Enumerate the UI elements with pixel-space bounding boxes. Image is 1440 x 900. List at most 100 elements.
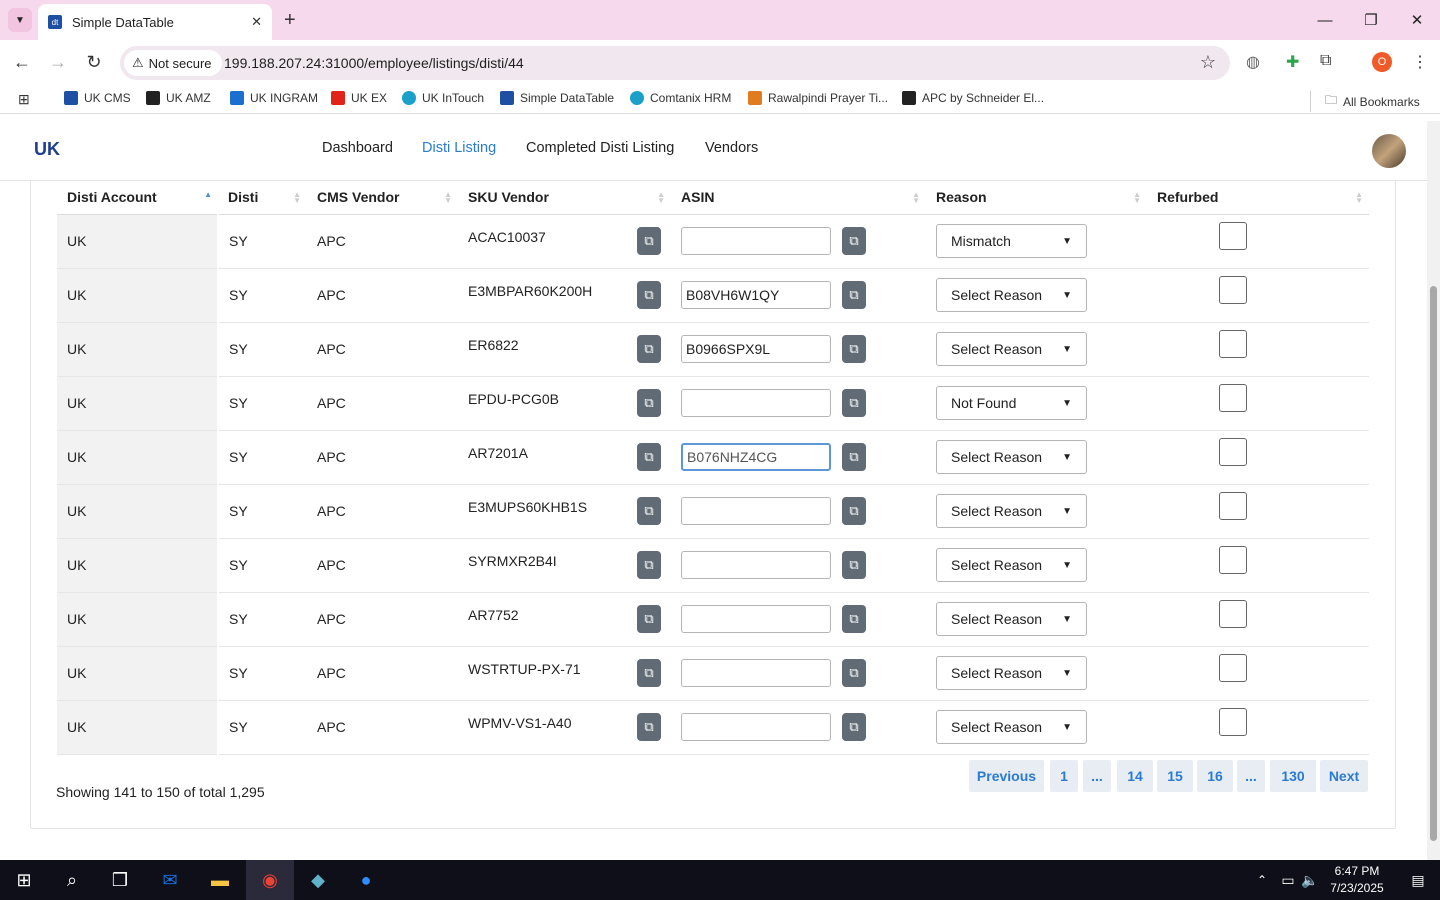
copy-asin-button[interactable]: ⧉	[842, 659, 866, 687]
bookmark-uk-cms[interactable]: UK CMS	[64, 91, 131, 105]
reason-select[interactable]: Select Reason ▼	[936, 656, 1087, 690]
pagination-previous[interactable]: Previous	[969, 760, 1044, 792]
back-icon[interactable]: ←	[10, 52, 34, 73]
col-cms-vendor[interactable]: CMS Vendor ▲ ▼	[307, 181, 458, 215]
restore-icon[interactable]: ❐	[1348, 0, 1394, 40]
nav-vendors[interactable]: Vendors	[705, 140, 758, 156]
translate-icon[interactable]: ◍	[1246, 52, 1260, 72]
reason-select[interactable]: Select Reason ▼	[936, 494, 1087, 528]
asin-input[interactable]	[681, 443, 831, 471]
profile-avatar[interactable]: O	[1372, 52, 1392, 72]
asin-input[interactable]	[681, 389, 831, 417]
asin-input[interactable]	[681, 551, 831, 579]
refurbed-checkbox[interactable]	[1219, 707, 1247, 736]
copy-sku-button[interactable]: ⧉	[637, 443, 661, 471]
pagination-page[interactable]: 130	[1270, 760, 1316, 792]
page-scrollbar[interactable]	[1427, 121, 1440, 860]
pagination-page[interactable]: 16	[1197, 760, 1233, 792]
tab-search-icon[interactable]: ▼	[8, 8, 32, 32]
site-logo[interactable]: UK	[34, 139, 60, 160]
bookmark-star-icon[interactable]: ☆	[1200, 52, 1216, 73]
reason-select[interactable]: Select Reason ▼	[936, 332, 1087, 366]
user-avatar[interactable]	[1372, 134, 1406, 168]
browser-tab[interactable]: dt Simple DataTable ✕	[38, 4, 272, 40]
refurbed-checkbox[interactable]	[1219, 491, 1247, 520]
bookmark-uk-ingram[interactable]: UK INGRAM	[230, 91, 318, 105]
extensions-puzzle-icon[interactable]: ⧉	[1320, 52, 1331, 70]
copy-sku-button[interactable]: ⧉	[637, 389, 661, 417]
copy-asin-button[interactable]: ⧉	[842, 389, 866, 417]
reason-select[interactable]: Select Reason ▼	[936, 278, 1087, 312]
copy-asin-button[interactable]: ⧉	[842, 605, 866, 633]
new-tab-icon[interactable]: +	[284, 8, 296, 32]
nav-dashboard[interactable]: Dashboard	[322, 140, 393, 156]
copy-sku-button[interactable]: ⧉	[637, 281, 661, 309]
file-explorer-icon[interactable]: ▬	[196, 860, 244, 900]
copy-asin-button[interactable]: ⧉	[842, 443, 866, 471]
refurbed-checkbox[interactable]	[1219, 437, 1247, 466]
refurbed-checkbox[interactable]	[1219, 383, 1247, 412]
bookmark-apc[interactable]: APC by Schneider El...	[902, 91, 1044, 105]
refurbed-checkbox[interactable]	[1219, 545, 1247, 574]
bookmark-uk-amz[interactable]: UK AMZ	[146, 91, 211, 105]
copy-asin-button[interactable]: ⧉	[842, 335, 866, 363]
nav-disti-listing[interactable]: Disti Listing	[422, 140, 496, 156]
pagination-page[interactable]: 1	[1050, 760, 1078, 792]
col-disti-account[interactable]: Disti Account ▲	[57, 181, 218, 215]
app-icon[interactable]: ◆	[294, 860, 342, 900]
volume-icon[interactable]: 🔈	[1298, 860, 1322, 900]
reason-select[interactable]: Select Reason ▼	[936, 548, 1087, 582]
col-reason[interactable]: Reason ▲ ▼	[926, 181, 1147, 215]
copy-sku-button[interactable]: ⧉	[637, 551, 661, 579]
asin-input[interactable]	[681, 713, 831, 741]
reason-select[interactable]: Select Reason ▼	[936, 602, 1087, 636]
asin-input[interactable]	[681, 659, 831, 687]
minimize-icon[interactable]: —	[1302, 0, 1348, 40]
refurbed-checkbox[interactable]	[1219, 275, 1247, 304]
url-text[interactable]: 199.188.207.24:31000/employee/listings/d…	[224, 55, 524, 71]
copy-asin-button[interactable]: ⧉	[842, 497, 866, 525]
copy-sku-button[interactable]: ⧉	[637, 713, 661, 741]
asin-input[interactable]	[681, 335, 831, 363]
bookmark-uk-ex[interactable]: UK EX	[331, 91, 387, 105]
col-asin[interactable]: ASIN ▲ ▼	[671, 181, 926, 215]
windows-start-icon[interactable]: ⊞	[0, 860, 48, 900]
copy-asin-button[interactable]: ⧉	[842, 551, 866, 579]
reason-select[interactable]: Not Found ▼	[936, 386, 1087, 420]
bookmark-simple-datatable[interactable]: Simple DataTable	[500, 91, 614, 105]
nav-completed-disti-listing[interactable]: Completed Disti Listing	[526, 140, 674, 156]
refurbed-checkbox[interactable]	[1219, 599, 1247, 628]
security-chip[interactable]: ⚠ Not secure	[124, 50, 222, 76]
copy-sku-button[interactable]: ⧉	[637, 335, 661, 363]
bookmark-uk-intouch[interactable]: UK InTouch	[402, 91, 484, 105]
close-tab-icon[interactable]: ✕	[251, 14, 262, 30]
pagination-page[interactable]: 15	[1157, 760, 1193, 792]
refurbed-checkbox[interactable]	[1219, 329, 1247, 358]
copy-sku-button[interactable]: ⧉	[637, 497, 661, 525]
refurbed-checkbox[interactable]	[1219, 653, 1247, 682]
reload-icon[interactable]: ↻	[82, 52, 106, 73]
copy-sku-button[interactable]: ⧉	[637, 659, 661, 687]
zoom-icon[interactable]: ●	[342, 860, 390, 900]
notifications-icon[interactable]: ▤	[1394, 860, 1440, 900]
system-clock[interactable]: 6:47 PM 7/23/2025	[1322, 863, 1392, 897]
copy-asin-button[interactable]: ⧉	[842, 227, 866, 255]
browser-menu-icon[interactable]: ⋮	[1412, 52, 1428, 72]
outlook-icon[interactable]: ✉	[146, 860, 194, 900]
apps-grid-icon[interactable]: ⊞	[18, 91, 30, 108]
copy-sku-button[interactable]: ⧉	[637, 605, 661, 633]
asin-input[interactable]	[681, 281, 831, 309]
col-disti[interactable]: Disti ▲ ▼	[218, 181, 307, 215]
copy-sku-button[interactable]: ⧉	[637, 227, 661, 255]
tray-chevron-icon[interactable]: ⌃	[1250, 860, 1274, 900]
network-icon[interactable]: ▭	[1276, 860, 1300, 900]
copy-asin-button[interactable]: ⧉	[842, 713, 866, 741]
asin-input[interactable]	[681, 497, 831, 525]
col-refurbed[interactable]: Refurbed ▲ ▼	[1147, 181, 1369, 215]
close-window-icon[interactable]: ✕	[1394, 0, 1440, 40]
refurbed-checkbox[interactable]	[1219, 221, 1247, 250]
reason-select[interactable]: Mismatch ▼	[936, 224, 1087, 258]
all-bookmarks[interactable]: 🗀 All Bookmarks	[1310, 91, 1420, 112]
asin-input[interactable]	[681, 605, 831, 633]
reason-select[interactable]: Select Reason ▼	[936, 440, 1087, 474]
